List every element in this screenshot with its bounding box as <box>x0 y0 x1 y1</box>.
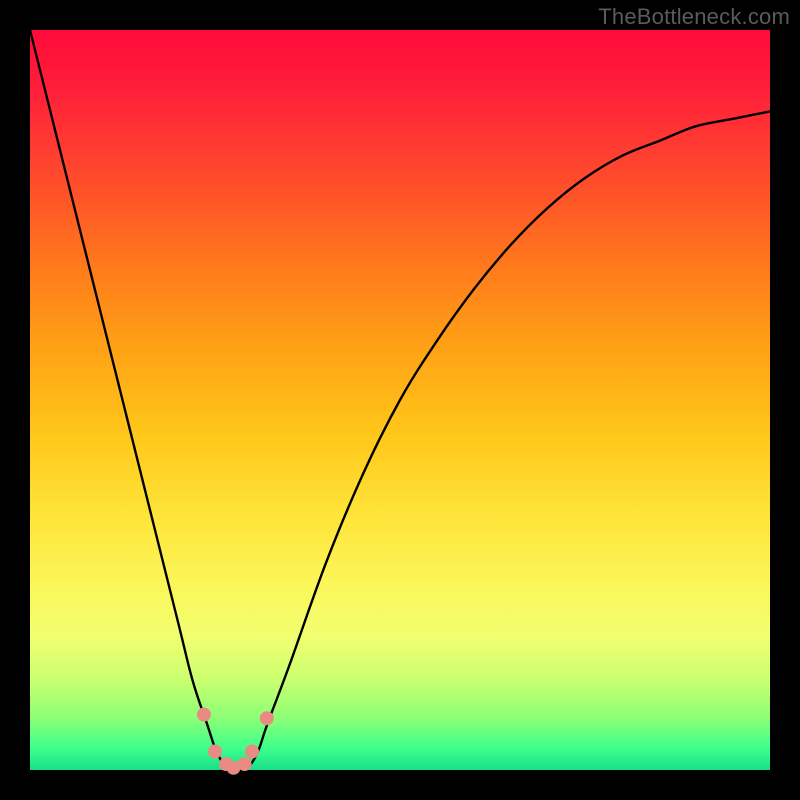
curve-marker <box>245 745 259 759</box>
curve-marker <box>208 745 222 759</box>
curve-marker <box>260 711 274 725</box>
curve-marker <box>238 757 252 771</box>
curve-marker <box>197 708 211 722</box>
chart-frame: TheBottleneck.com <box>0 0 800 800</box>
curve-layer <box>30 30 770 770</box>
plot-area <box>30 30 770 770</box>
watermark-text: TheBottleneck.com <box>598 4 790 30</box>
bottleneck-curve <box>30 30 770 771</box>
